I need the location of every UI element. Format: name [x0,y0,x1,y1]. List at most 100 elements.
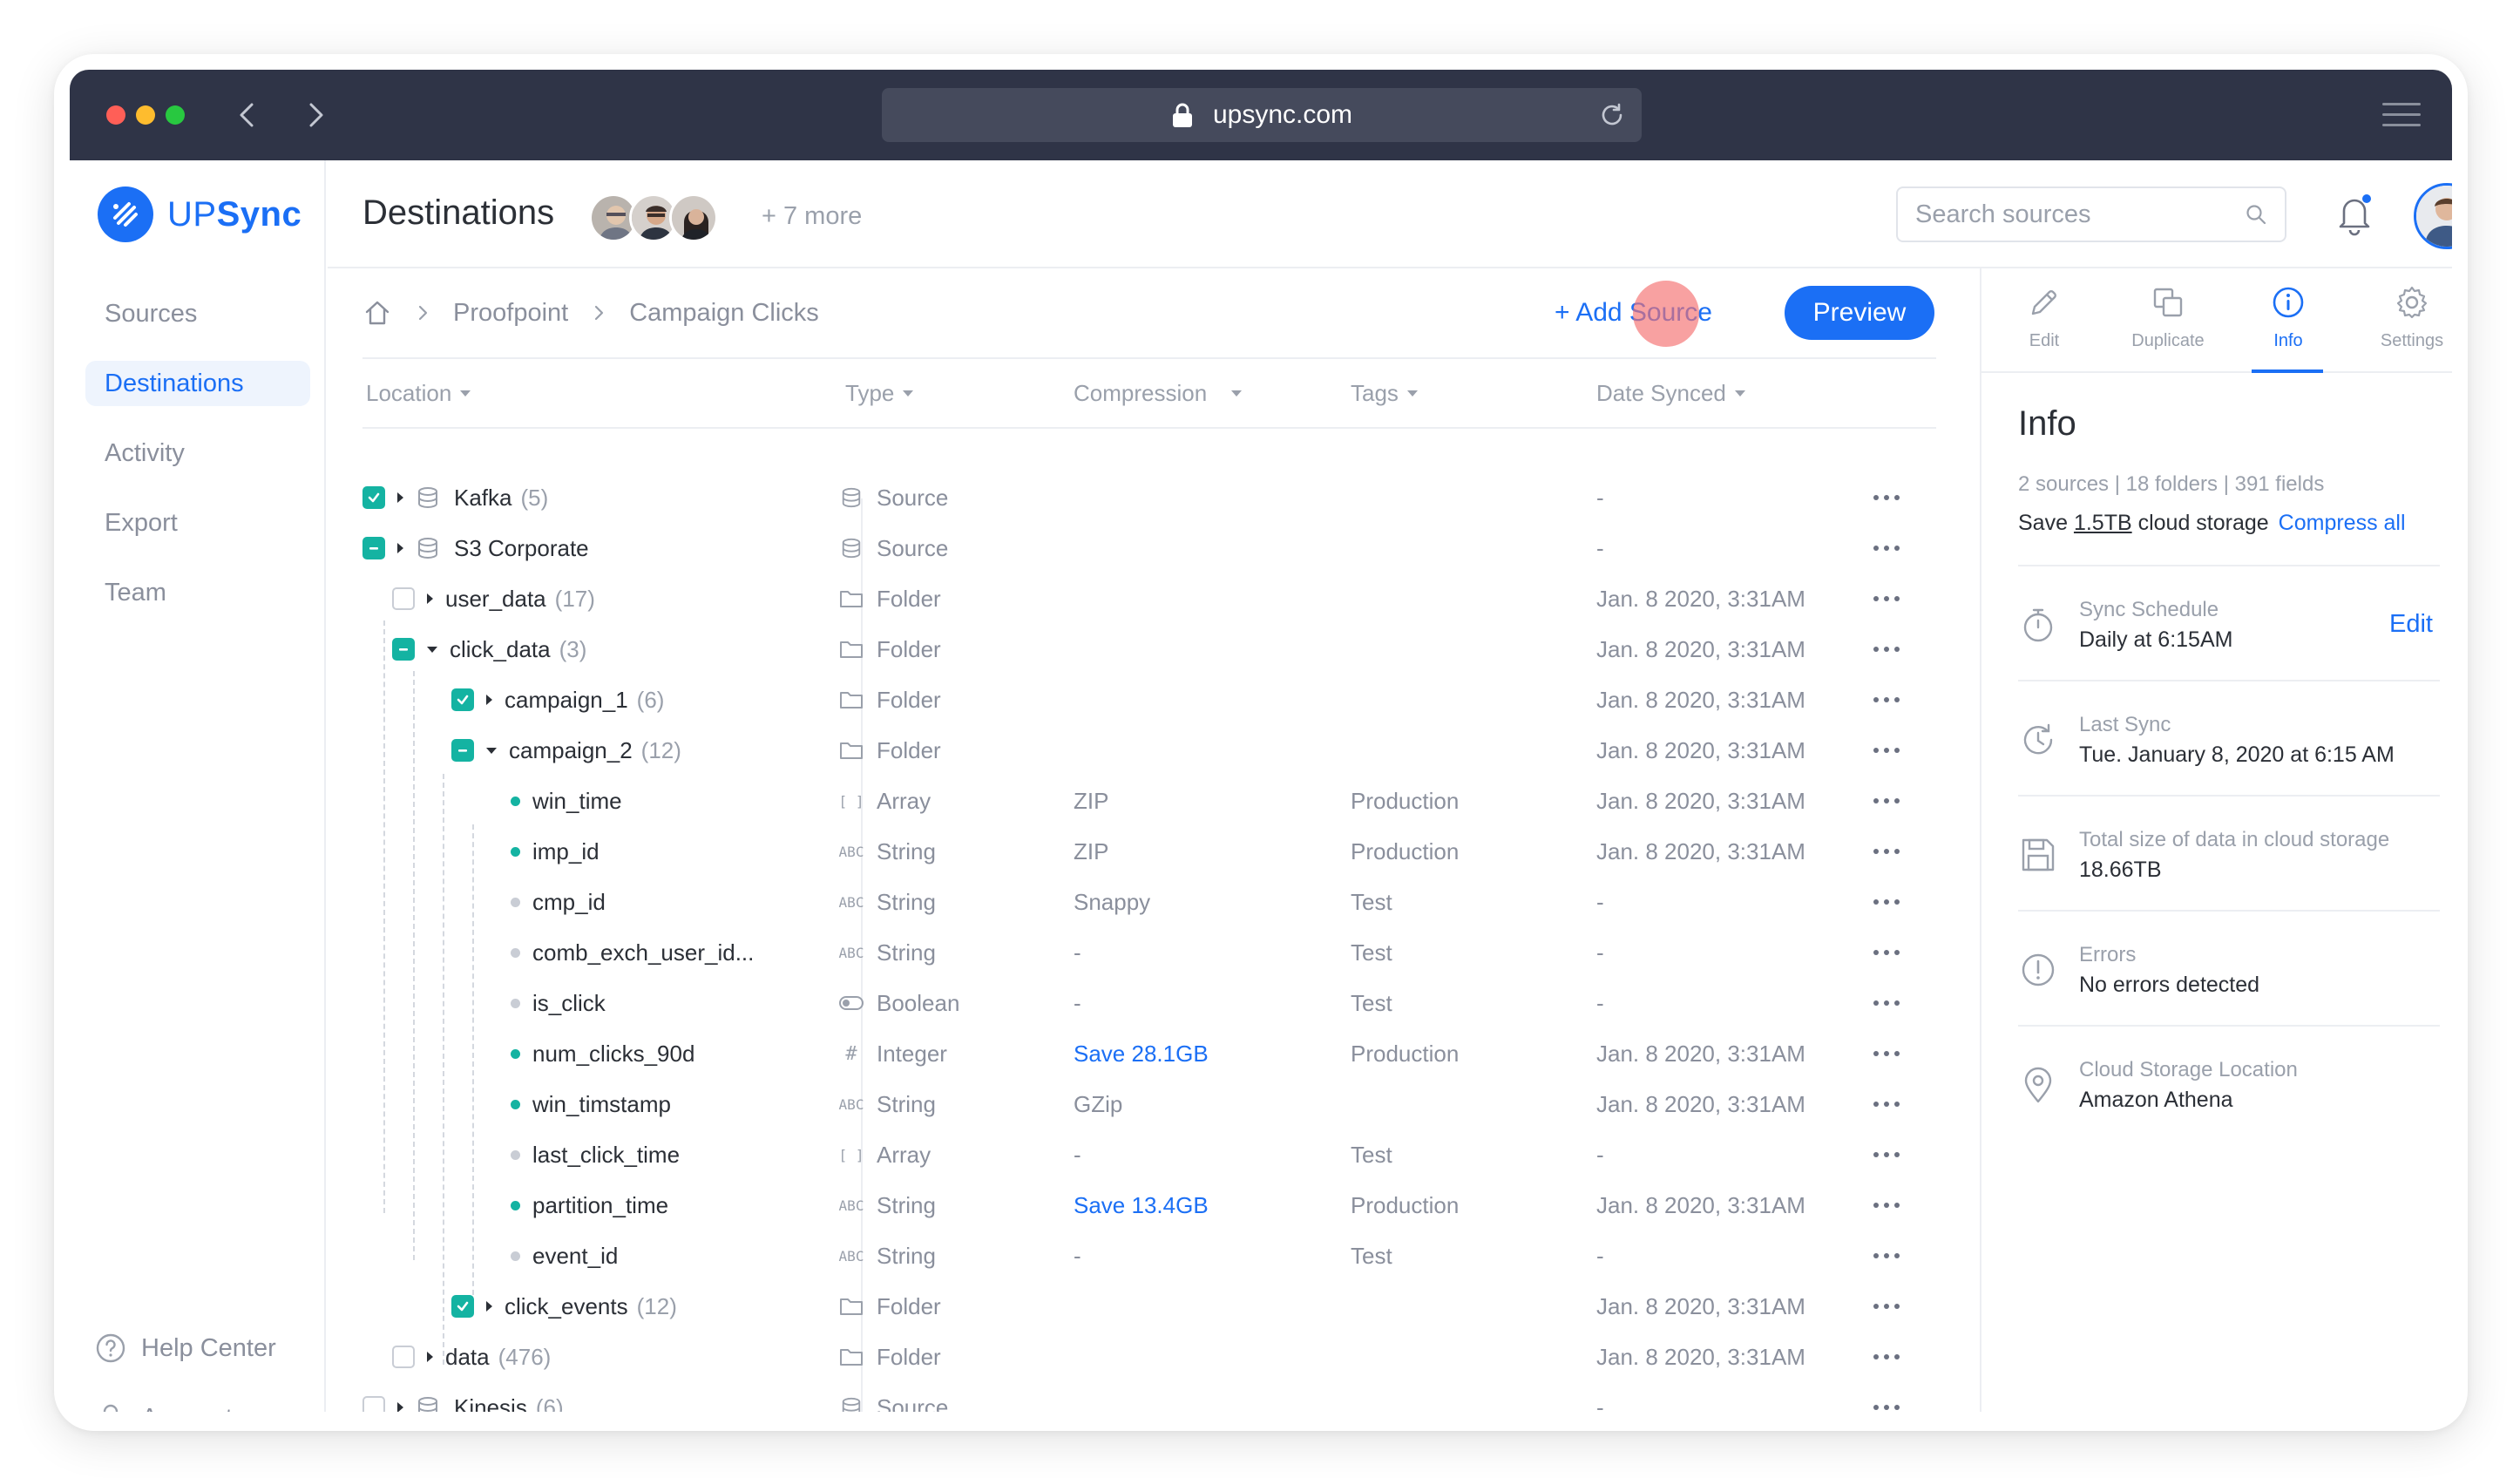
help-center-link[interactable]: Help Center [94,1332,312,1365]
row-more-icon[interactable] [1873,776,1905,826]
tab-info[interactable]: Info [2227,284,2349,351]
row-checkbox[interactable] [392,587,415,610]
minimize-window-dot[interactable] [136,105,155,125]
table-row[interactable]: Kafka (5) Source - [328,472,1980,523]
address-bar[interactable]: upsync.com [882,88,1642,142]
browser-chrome: upsync.com [70,70,2452,160]
account-link[interactable]: Account [94,1401,312,1412]
table-row[interactable]: comb_exch_user_id... ABC String - Test - [328,927,1980,978]
row-more-icon[interactable] [1873,1028,1905,1079]
maximize-window-dot[interactable] [166,105,185,125]
row-more-icon[interactable] [1873,1332,1905,1382]
row-more-icon[interactable] [1873,826,1905,877]
column-header-compression[interactable]: Compression [1074,380,1243,407]
close-window-dot[interactable] [106,105,125,125]
table-row[interactable]: click_events (12) Folder Jan. 8 2020, 3:31A… [328,1281,1980,1332]
cell-compression[interactable]: Save 13.4GB [1074,1180,1209,1231]
collaborator-avatars[interactable] [589,193,718,242]
table-row[interactable]: win_timstamp ABC String GZip Jan. 8 2020, 3:… [328,1079,1980,1129]
table-row[interactable]: last_click_time [ ] Array - Test - [328,1129,1980,1180]
row-checkbox[interactable] [392,1346,415,1368]
caret-right-icon[interactable] [397,543,403,553]
caret-down-icon[interactable] [486,747,497,754]
row-more-icon[interactable] [1873,573,1905,624]
breadcrumb-item-proofpoint[interactable]: Proofpoint [453,299,568,328]
reload-icon[interactable] [1598,101,1626,129]
row-checkbox[interactable] [451,1295,474,1318]
cell-date-synced: Jan. 8 2020, 3:31AM [1596,1191,1805,1218]
sidebar-item-export[interactable]: Export [85,500,310,546]
cell-compression[interactable]: Save 28.1GB [1074,1028,1209,1079]
row-more-icon[interactable] [1873,1382,1905,1412]
table-row[interactable]: is_click Boolean - Test - [328,978,1980,1028]
table-row[interactable]: event_id ABC String - Test - [328,1231,1980,1281]
row-more-icon[interactable] [1873,1231,1905,1281]
row-more-icon[interactable] [1873,624,1905,675]
table-row[interactable]: Kinesis (6) Source - [328,1382,1980,1412]
row-more-icon[interactable] [1873,1180,1905,1231]
table-row[interactable]: imp_id ABC String ZIP Production Jan. 8 2020,… [328,826,1980,877]
compress-all-link[interactable]: Compress all [2279,511,2406,535]
add-source-button[interactable]: + Add Source [1555,298,1712,328]
table-row[interactable]: num_clicks_90d # Integer Save 28.1GB Product… [328,1028,1980,1079]
notification-bell-icon[interactable] [2334,192,2375,237]
row-checkbox[interactable] [392,638,415,661]
row-more-icon[interactable] [1873,1281,1905,1332]
column-header-tags[interactable]: Tags [1351,380,1418,407]
sidebar-item-sources[interactable]: Sources [85,291,310,336]
tab-settings[interactable]: Settings [2351,284,2452,351]
table-row[interactable]: user_data (17) Folder Jan. 8 2020, 3:31AM [328,573,1980,624]
forward-arrow-icon[interactable] [298,98,333,132]
menu-icon[interactable] [2382,99,2421,131]
table-row[interactable]: click_data (3) Folder Jan. 8 2020, 3:31AM [328,624,1980,675]
breadcrumb-item-campaign-clicks[interactable]: Campaign Clicks [629,299,819,328]
tab-duplicate[interactable]: Duplicate [2107,284,2229,351]
search-input[interactable] [1915,188,2229,241]
column-header-type[interactable]: Type [845,380,914,407]
row-more-icon[interactable] [1873,1129,1905,1180]
row-more-icon[interactable] [1873,1079,1905,1129]
row-more-icon[interactable] [1873,927,1905,978]
row-more-icon[interactable] [1873,472,1905,523]
caret-right-icon[interactable] [427,1352,433,1362]
preview-button[interactable]: Preview [1785,286,1934,340]
caret-right-icon[interactable] [486,1301,492,1312]
row-more-icon[interactable] [1873,523,1905,573]
edit-schedule-button[interactable]: Edit [2389,610,2433,639]
table-row[interactable]: cmp_id ABC String Snappy Test - [328,877,1980,927]
table-row[interactable]: win_time [ ] Array ZIP Production Jan. 8 2020… [328,776,1980,826]
brand-logo[interactable]: UPSync [98,186,301,242]
row-checkbox[interactable] [451,739,474,762]
caret-right-icon[interactable] [486,695,492,705]
avatar[interactable] [669,193,718,242]
table-row[interactable]: S3 Corporate Source - [328,523,1980,573]
sidebar-item-activity[interactable]: Activity [85,431,310,476]
caret-right-icon[interactable] [427,593,433,604]
caret-down-icon[interactable] [427,646,437,653]
row-checkbox[interactable] [362,1396,385,1412]
search-box[interactable] [1896,186,2286,242]
search-icon[interactable] [2245,203,2267,226]
row-checkbox[interactable] [451,688,474,711]
row-checkbox[interactable] [362,537,385,559]
sidebar-item-team[interactable]: Team [85,570,310,615]
caret-right-icon[interactable] [397,492,403,503]
more-collaborators[interactable]: + 7 more [762,202,862,231]
back-arrow-icon[interactable] [230,98,265,132]
row-more-icon[interactable] [1873,675,1905,725]
row-more-icon[interactable] [1873,877,1905,927]
table-row[interactable]: campaign_2 (12) Folder Jan. 8 2020, 3:31AM [328,725,1980,776]
table-row[interactable]: data (476) Folder Jan. 8 2020, 3:31AM [328,1332,1980,1382]
row-more-icon[interactable] [1873,725,1905,776]
column-header-location[interactable]: Location [366,380,471,407]
row-more-icon[interactable] [1873,978,1905,1028]
profile-avatar[interactable] [2414,183,2452,249]
sidebar-item-destinations[interactable]: Destinations [85,361,310,406]
home-icon[interactable] [362,298,392,328]
row-checkbox[interactable] [362,486,385,509]
caret-right-icon[interactable] [397,1402,403,1412]
column-header-date-synced[interactable]: Date Synced [1596,380,1745,407]
tab-edit[interactable]: Edit [1983,284,2105,351]
table-row[interactable]: partition_time ABC String Save 13.4GB Produc… [328,1180,1980,1231]
table-row[interactable]: campaign_1 (6) Folder Jan. 8 2020, 3:31AM [328,675,1980,725]
